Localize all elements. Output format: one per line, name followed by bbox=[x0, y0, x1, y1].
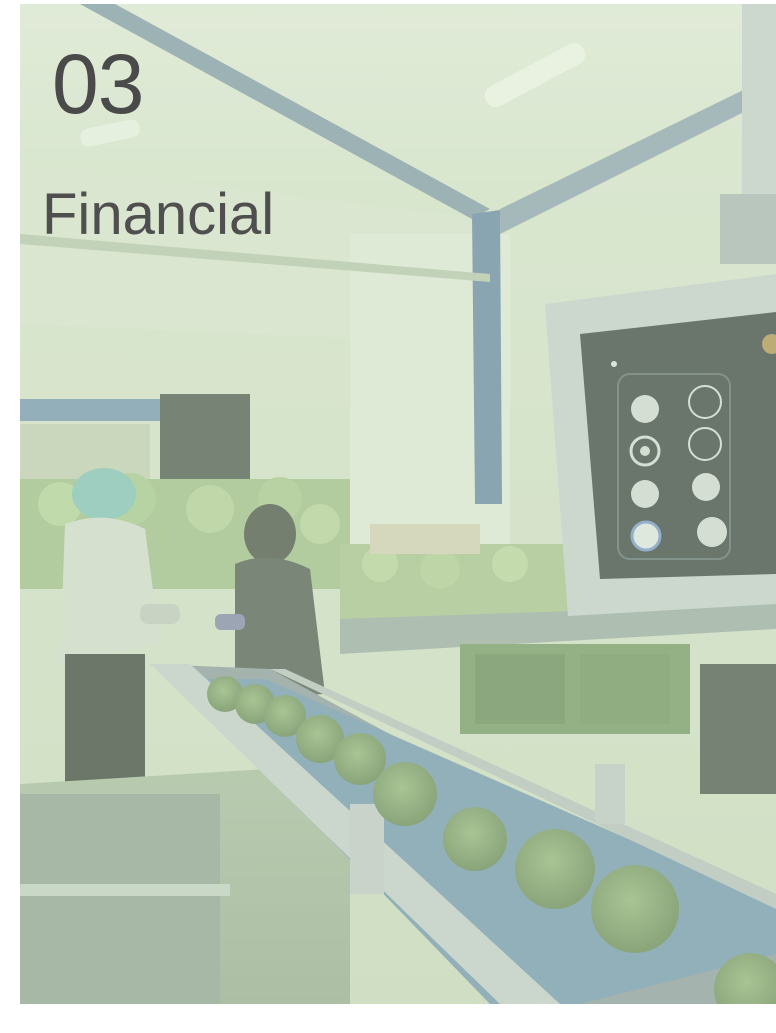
section-number: 03 bbox=[52, 37, 144, 131]
page-bottom-margin bbox=[0, 1004, 776, 1033]
factory-photo bbox=[20, 4, 776, 1004]
section-title: Financial bbox=[42, 182, 275, 247]
section-cover: 03 Financial bbox=[20, 4, 776, 1004]
